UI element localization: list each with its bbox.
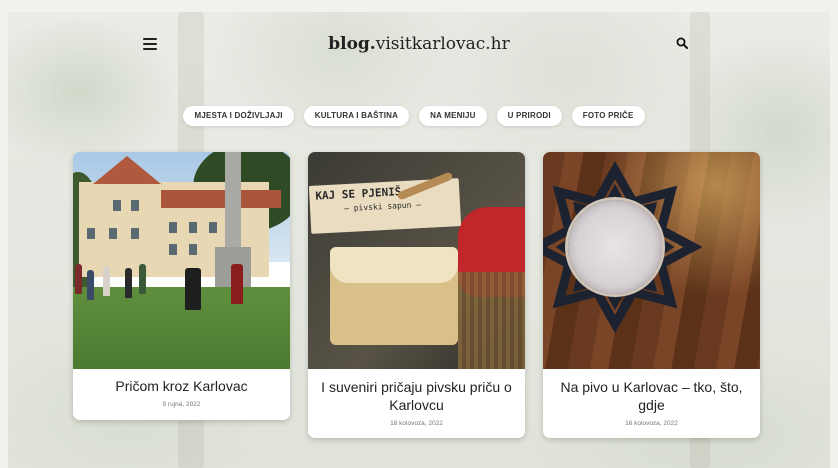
category-kultura-i-bastina[interactable]: KULTURA I BAŠTINA [303,106,410,126]
category-nav: MJESTA I DOŽIVLJAJI KULTURA I BAŠTINA NA… [0,106,838,126]
site-logo[interactable]: blog.visitkarlovac.hr [0,34,838,54]
post-image[interactable] [73,152,290,369]
search-icon[interactable] [676,37,688,49]
category-na-meniju[interactable]: NA MENIJU [419,106,487,126]
post-title[interactable]: Pričom kroz Karlovac [73,377,290,395]
category-u-prirodi[interactable]: U PRIRODI [496,106,562,126]
logo-bold: blog. [328,34,376,54]
image-label-subtext: – pivski sapun – [343,200,422,214]
post-image[interactable] [543,152,760,369]
post-title[interactable]: I suveniri pričaju pivsku priču o Karlov… [308,378,525,414]
image-label-text: KAJ SE PJENIŠ [315,185,402,203]
page: blog.visitkarlovac.hr MJESTA I DOŽIVLJAJ… [0,0,838,468]
post-image[interactable]: KAJ SE PJENIŠ – pivski sapun – [308,152,525,369]
post-date: 9 rujna, 2022 [162,401,201,408]
category-mjesta-i-dozivljaji[interactable]: MJESTA I DOŽIVLJAJI [183,106,294,126]
site-header: blog.visitkarlovac.hr [0,28,838,62]
post-date: 16 kolovoza, 2022 [625,420,678,427]
post-card[interactable]: Pričom kroz Karlovac 9 rujna, 2022 [73,152,290,420]
post-title[interactable]: Na pivo u Karlovac – tko, što, gdje [543,378,760,414]
logo-rest: visitkarlovac.hr [375,34,510,54]
post-card[interactable]: KAJ SE PJENIŠ – pivski sapun – I suvenir… [308,152,525,438]
category-foto-price[interactable]: FOTO PRIČE [571,106,645,126]
post-card[interactable]: Na pivo u Karlovac – tko, što, gdje 16 k… [543,152,760,438]
post-date: 18 kolovoza, 2022 [390,420,443,427]
